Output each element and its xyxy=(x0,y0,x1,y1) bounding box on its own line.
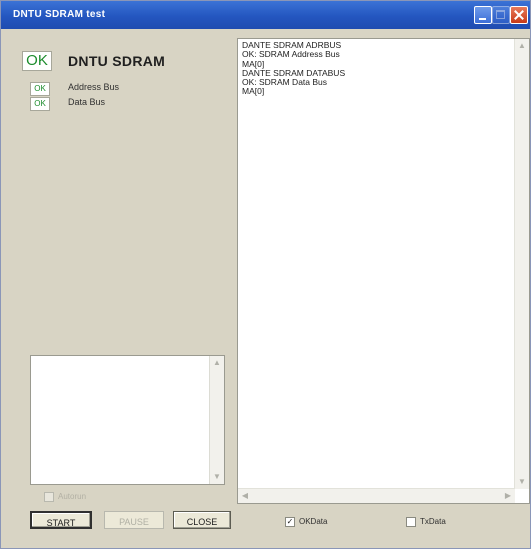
okdata-checkbox[interactable]: ✓ xyxy=(285,517,295,527)
log-vertical-scrollbar[interactable]: ▲ ▼ xyxy=(514,39,529,489)
data-bus-status-badge: OK xyxy=(30,97,50,111)
check-icon: ✓ xyxy=(286,517,294,526)
message-vertical-scrollbar[interactable]: ▲ ▼ xyxy=(209,356,224,484)
address-bus-label: Address Bus xyxy=(68,82,120,92)
txdata-checkbox[interactable] xyxy=(406,517,416,527)
address-bus-status-badge: OK xyxy=(30,82,50,96)
scroll-right-icon[interactable]: ▶ xyxy=(501,489,515,503)
okdata-label: OKData xyxy=(299,517,328,526)
scroll-down-icon[interactable]: ▼ xyxy=(210,470,224,484)
scroll-down-icon[interactable]: ▼ xyxy=(515,475,529,489)
main-status-badge: OK xyxy=(22,51,52,71)
autorun-checkbox xyxy=(44,492,54,502)
minimize-icon[interactable] xyxy=(474,6,492,24)
autorun-label: Autorun xyxy=(58,492,87,501)
log-lines: DANTE SDRAM ADRBUS OK: SDRAM Address Bus… xyxy=(242,40,508,97)
device-title: DNTU SDRAM xyxy=(68,53,166,69)
app-window: DNTU SDRAM test OK DNTU SDRAM OK Address… xyxy=(0,0,531,549)
pause-button: PAUSE xyxy=(104,511,164,529)
log-line: OK: SDRAM Address Bus xyxy=(242,49,340,60)
log-textbox[interactable]: DANTE SDRAM ADRBUS OK: SDRAM Address Bus… xyxy=(237,38,530,504)
close-icon[interactable] xyxy=(510,6,528,24)
scroll-up-icon[interactable]: ▲ xyxy=(210,356,224,370)
maximize-icon xyxy=(492,6,510,24)
title-bar[interactable]: DNTU SDRAM test xyxy=(1,1,530,29)
log-horizontal-scrollbar[interactable]: ◀ ▶ xyxy=(238,488,515,503)
close-button[interactable]: CLOSE xyxy=(173,511,231,529)
txdata-label: TxData xyxy=(420,517,446,526)
log-line: OK: SDRAM Data Bus xyxy=(242,77,328,88)
log-line: MA[0] xyxy=(242,86,265,97)
scroll-up-icon[interactable]: ▲ xyxy=(515,39,529,53)
window-title: DNTU SDRAM test xyxy=(13,9,106,20)
start-button[interactable]: START xyxy=(30,511,92,529)
scroll-left-icon[interactable]: ◀ xyxy=(238,489,252,503)
data-bus-label: Data Bus xyxy=(68,97,106,107)
message-textbox[interactable]: ▲ ▼ xyxy=(30,355,225,485)
